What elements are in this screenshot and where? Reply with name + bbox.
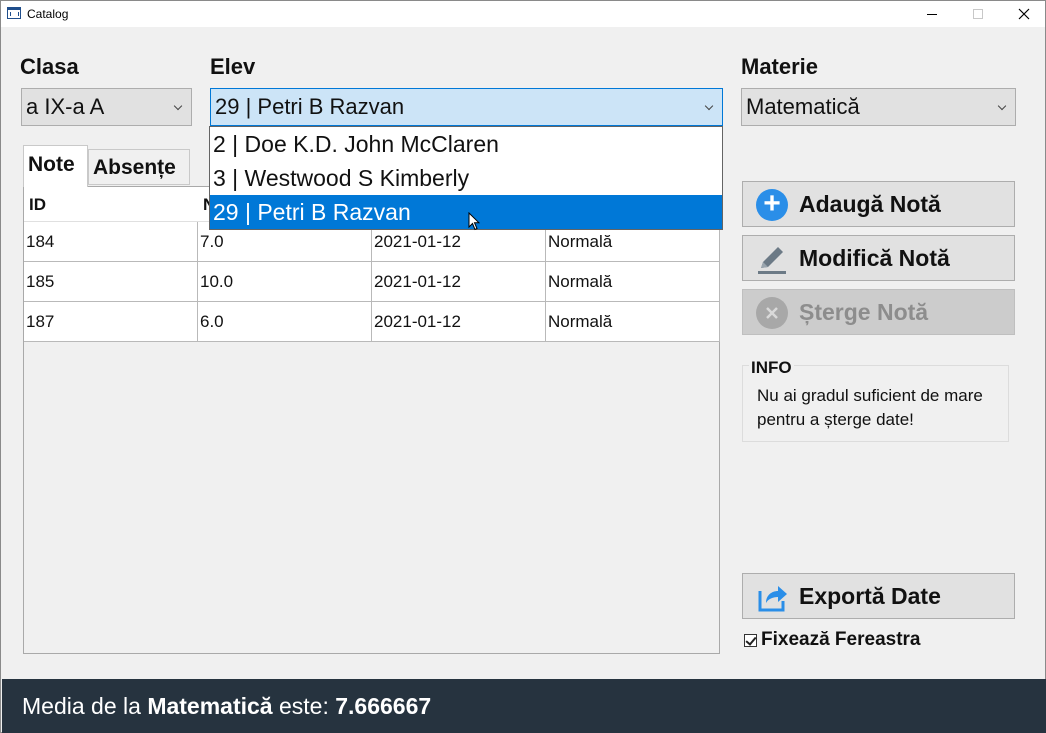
table-row[interactable]: 187 6.0 2021-01-12 Normală — [24, 302, 720, 342]
table-cell: Normală — [546, 262, 720, 301]
add-circle-icon: + — [756, 189, 788, 221]
materie-select[interactable]: Matematică — [741, 88, 1016, 126]
chevron-down-icon — [704, 89, 716, 125]
pencil-icon — [758, 247, 786, 274]
export-data-button[interactable]: Exportă Date — [742, 573, 1015, 619]
window-title: Catalog — [27, 7, 69, 21]
mouse-cursor-icon — [468, 212, 480, 231]
fix-window-checkbox[interactable]: Fixează Fereastra — [744, 629, 921, 651]
table-cell: 2021-01-12 — [372, 262, 546, 301]
edit-grade-button[interactable]: Modifică Notă — [742, 235, 1015, 281]
tab-absente[interactable]: Absențe — [88, 149, 190, 185]
chevron-down-icon — [997, 89, 1009, 125]
elev-select[interactable]: 29 | Petri B Razvan — [210, 88, 723, 126]
dropdown-option[interactable]: 3 | Westwood S Kimberly — [210, 161, 722, 195]
table-cell: 10.0 — [198, 262, 372, 301]
app-window: Catalog Clasa Elev Materie a IX-a A 29 |… — [0, 0, 1046, 733]
elev-select-value: 29 | Petri B Razvan — [215, 94, 405, 119]
table-cell: 6.0 — [198, 302, 372, 341]
table-row[interactable]: 185 10.0 2021-01-12 Normală — [24, 262, 720, 302]
note-tab-panel: ID N 184 7.0 2021-01-12 Normală 185 10.0… — [23, 186, 720, 654]
info-groupbox: INFO Nu ai gradul suficient de mare pent… — [742, 358, 1009, 442]
elev-dropdown-list: 2 | Doe K.D. John McClaren 3 | Westwood … — [209, 126, 723, 230]
tab-note[interactable]: Note — [23, 145, 88, 187]
table-cell: 184 — [24, 222, 198, 261]
delete-circle-icon — [756, 297, 788, 329]
column-header-id[interactable]: ID — [24, 187, 198, 221]
materie-select-value: Matematică — [746, 94, 860, 119]
table-cell: 187 — [24, 302, 198, 341]
export-data-label: Exportă Date — [799, 583, 941, 609]
add-grade-button[interactable]: + Adaugă Notă — [742, 181, 1015, 227]
elev-label: Elev — [210, 54, 256, 79]
fix-window-label: Fixează Fereastra — [761, 629, 921, 650]
clasa-select[interactable]: a IX-a A — [21, 88, 192, 126]
app-icon — [7, 7, 21, 19]
table-cell: Normală — [546, 302, 720, 341]
clasa-select-value: a IX-a A — [26, 94, 105, 119]
info-message: Nu ai gradul suficient de mare pentru a … — [757, 386, 983, 429]
maximize-button — [955, 1, 1001, 27]
status-subject: Matematică — [147, 693, 273, 719]
delete-grade-label: Șterge Notă — [799, 299, 929, 325]
table-cell: 2021-01-12 — [372, 302, 546, 341]
status-middle: este: — [272, 693, 336, 719]
close-button[interactable] — [1001, 1, 1046, 27]
chevron-down-icon — [173, 89, 185, 125]
maximize-icon — [973, 9, 983, 19]
info-title: INFO — [749, 358, 794, 378]
share-export-icon — [758, 586, 787, 612]
status-average-value: 7.666667 — [335, 693, 432, 719]
status-bar: Media de la Matematică este: 7.666667 — [2, 679, 1046, 733]
delete-grade-button[interactable]: Șterge Notă — [742, 289, 1015, 335]
minimize-icon — [927, 13, 937, 15]
close-icon — [1018, 8, 1030, 20]
add-grade-label: Adaugă Notă — [799, 191, 941, 217]
checkbox-checked-icon[interactable] — [744, 633, 757, 647]
clasa-label: Clasa — [20, 54, 79, 79]
dropdown-option[interactable]: 2 | Doe K.D. John McClaren — [210, 127, 722, 161]
title-bar: Catalog — [1, 1, 1045, 27]
status-prefix: Media de la — [22, 693, 148, 719]
materie-label: Materie — [741, 54, 819, 79]
edit-grade-label: Modifică Notă — [799, 245, 950, 271]
dropdown-option-selected[interactable]: 29 | Petri B Razvan — [210, 195, 722, 229]
table-cell: 185 — [24, 262, 198, 301]
minimize-button[interactable] — [909, 1, 955, 27]
